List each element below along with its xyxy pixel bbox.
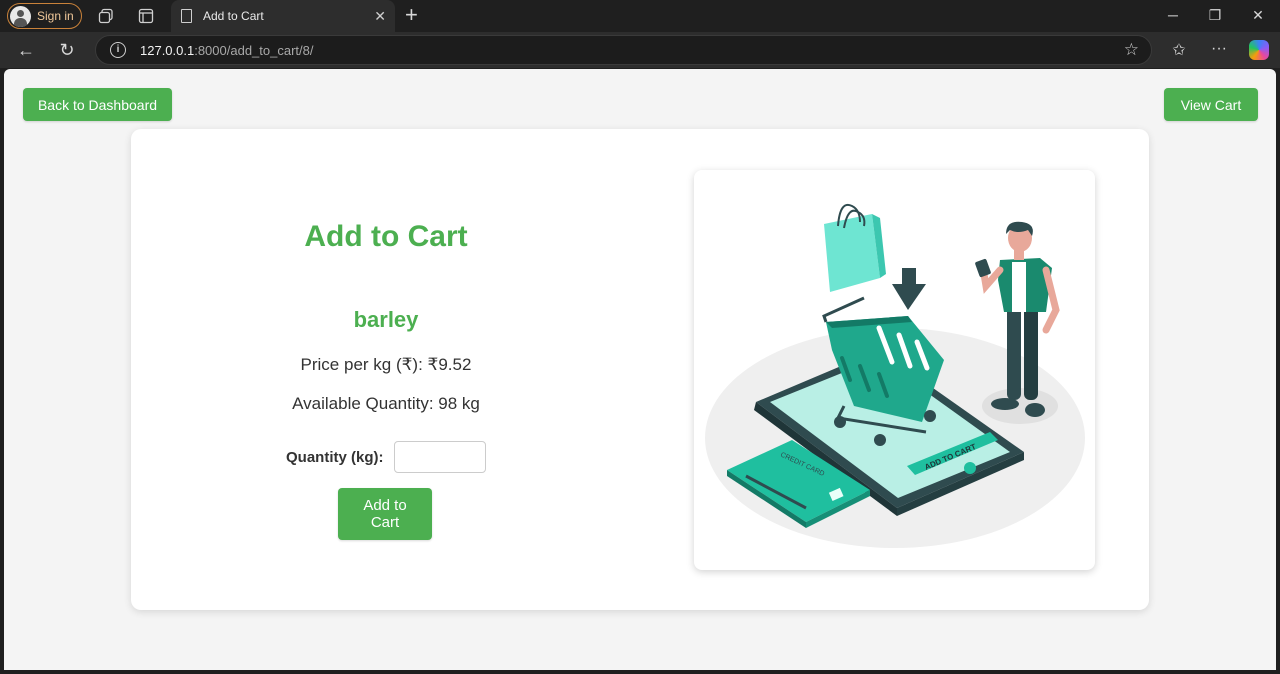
product-name: barley — [353, 307, 419, 332]
close-tab-icon[interactable]: ✕ — [374, 8, 386, 24]
price-text: Price per kg (₹): ₹9.52 — [300, 355, 472, 374]
tab-add-to-cart[interactable]: Add to Cart ✕ — [171, 0, 395, 32]
view-cart-button[interactable]: View Cart — [1164, 88, 1258, 121]
url-field[interactable]: i 127.0.0.1:8000/add_to_cart/8/ ☆ — [95, 35, 1152, 65]
back-arrow-icon[interactable]: ← — [16, 40, 36, 60]
restore-icon[interactable]: ❐ — [1205, 7, 1225, 24]
copilot-icon[interactable] — [1249, 40, 1269, 60]
person-undershirt — [1012, 262, 1026, 312]
cart-illustration-svg: ADD TO CART CREDIT CARD — [705, 204, 1085, 548]
tab-actions-icon[interactable] — [136, 6, 156, 26]
quantity-label: Quantity (kg): — [286, 448, 384, 466]
shopping-bag — [824, 214, 880, 292]
site-info-icon[interactable]: i — [110, 42, 126, 58]
browser-tab-bar: Sign in Add to Cart ✕ + ─ ❐ ✕ — [0, 0, 1280, 32]
workspaces-icon[interactable] — [96, 6, 116, 26]
available-quantity-text: Available Quantity: 98 kg — [292, 394, 480, 413]
url-text: 127.0.0.1:8000/add_to_cart/8/ — [140, 43, 314, 58]
shopping-illustration: ADD TO CART CREDIT CARD — [694, 170, 1095, 570]
quantity-input[interactable] — [393, 441, 486, 473]
add-to-cart-submit-button[interactable]: Add to Cart — [338, 488, 432, 540]
more-options-icon[interactable]: ··· — [1208, 40, 1230, 58]
cart-wheel-1 — [834, 416, 846, 428]
down-arrow-icon — [892, 268, 926, 310]
add-to-cart-card: Add to Cart barley Price per kg (₹): ₹9.… — [131, 129, 1149, 610]
page-icon — [181, 9, 192, 23]
form-column: Add to Cart barley Price per kg (₹): ₹9.… — [131, 129, 641, 610]
page-title: Add to Cart — [304, 220, 468, 253]
window-close-icon[interactable]: ✕ — [1248, 7, 1268, 24]
person-leg-right — [1024, 306, 1038, 400]
back-to-dashboard-button[interactable]: Back to Dashboard — [23, 88, 172, 121]
person-shoe-right — [1025, 403, 1045, 417]
new-tab-icon[interactable]: + — [405, 4, 418, 26]
person-phone — [975, 258, 991, 278]
cart-wheel-3 — [924, 410, 936, 422]
sign-in-label: Sign in — [37, 9, 74, 23]
cart-handle — [822, 296, 865, 323]
tab-title: Add to Cart — [203, 9, 264, 23]
favorites-icon[interactable]: ✩ — [1168, 40, 1190, 60]
person-leg-left — [1007, 306, 1021, 400]
cart-wheel-2 — [874, 434, 886, 446]
sign-in-button[interactable]: Sign in — [7, 3, 82, 29]
profile-avatar-icon — [10, 5, 31, 27]
favorite-star-icon[interactable]: ☆ — [1124, 40, 1139, 60]
refresh-icon[interactable]: ↻ — [57, 40, 77, 60]
address-bar-row: ← ↻ i 127.0.0.1:8000/add_to_cart/8/ ☆ ✩ … — [0, 32, 1280, 68]
page-viewport: Back to Dashboard View Cart Add to Cart … — [4, 69, 1276, 670]
phone-button — [964, 462, 976, 474]
quantity-row: Quantity (kg): — [286, 441, 486, 473]
person-shoe-left — [991, 398, 1019, 410]
minimize-icon[interactable]: ─ — [1163, 7, 1183, 23]
